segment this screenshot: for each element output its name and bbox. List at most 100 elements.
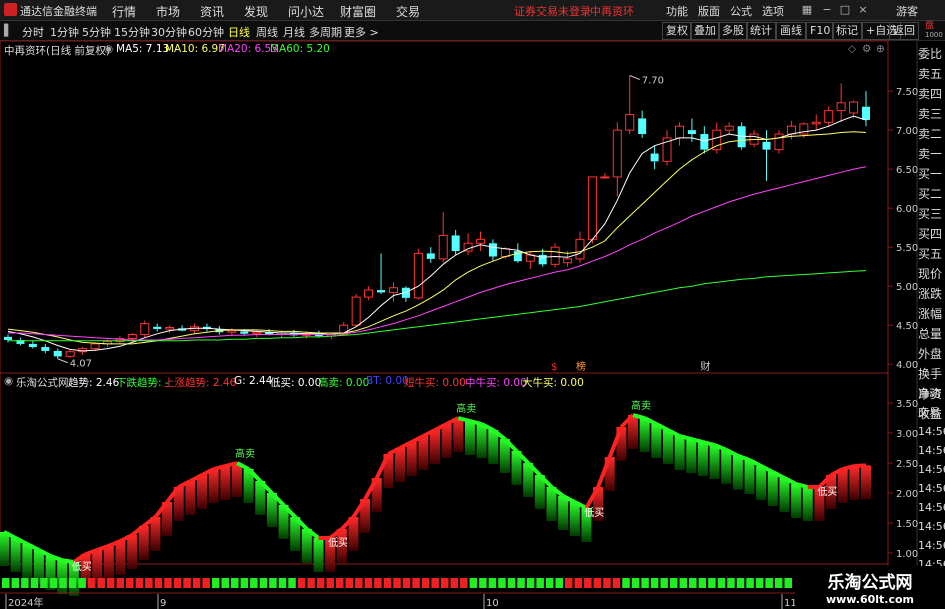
side-label: 涨幅 bbox=[918, 307, 943, 321]
indicator-settings-icon[interactable]: ◉ bbox=[4, 375, 13, 387]
candle-body bbox=[575, 238, 585, 260]
state-bar-cell bbox=[650, 578, 659, 588]
state-bar-cell bbox=[87, 578, 96, 588]
candle-body bbox=[438, 234, 448, 260]
state-bar-cell bbox=[641, 578, 649, 588]
state-bar-cell bbox=[708, 578, 716, 588]
state-bar-cell bbox=[564, 578, 573, 588]
state-bar-cell bbox=[154, 578, 163, 588]
candle-body bbox=[227, 330, 237, 333]
candle-body bbox=[65, 351, 75, 357]
side-label[interactable]: 交易 bbox=[918, 403, 945, 422]
trend-bar bbox=[662, 430, 673, 464]
ma60-value: MA60: 5.20 bbox=[270, 43, 330, 55]
state-bar-cell bbox=[135, 578, 144, 588]
diamond-icon[interactable]: ◇ bbox=[848, 43, 856, 55]
state-bar-cell bbox=[250, 578, 258, 588]
side-label: 买三 bbox=[918, 207, 943, 221]
trend-bar bbox=[802, 487, 813, 521]
state-bar-cell bbox=[211, 578, 220, 588]
trend-bar bbox=[674, 436, 685, 470]
state-bar-cell bbox=[145, 578, 153, 588]
ind-y-tick-label: 1.00 bbox=[896, 549, 918, 560]
ma-settings-icon[interactable]: ◉ bbox=[104, 43, 113, 55]
trend-bar bbox=[837, 469, 848, 503]
trend-bar bbox=[115, 541, 126, 575]
price-y-tick-label: 7.50 bbox=[896, 87, 918, 98]
high-price-label: 7.70 bbox=[642, 76, 664, 87]
trend-bar bbox=[185, 481, 196, 515]
state-bar-cell bbox=[335, 578, 344, 588]
state-bar-cell bbox=[679, 578, 688, 588]
trend-bar bbox=[57, 560, 68, 595]
candle-body bbox=[674, 125, 684, 139]
side-label: 换手 bbox=[918, 367, 943, 381]
state-bar-cell bbox=[288, 578, 296, 588]
side-time: 14:56 bbox=[918, 463, 945, 476]
ma20-value: MA20: 6.53 bbox=[218, 43, 278, 55]
trend-bar bbox=[103, 545, 114, 580]
bt-value: BT: 0.00 bbox=[366, 375, 409, 387]
low-price-label: 4.07 bbox=[70, 359, 92, 370]
state-bar-cell bbox=[736, 578, 745, 588]
state-bar-cell bbox=[545, 578, 554, 588]
state-bar-cell bbox=[393, 578, 401, 588]
trend-bar bbox=[791, 484, 802, 518]
state-bar-cell bbox=[364, 578, 373, 588]
candle-body bbox=[351, 296, 361, 326]
mid-bull-value: 中牛买: 0.00 bbox=[465, 377, 527, 389]
side-label: 买四 bbox=[918, 227, 943, 241]
state-bar-cell bbox=[97, 578, 105, 588]
state-bar-cell bbox=[460, 578, 468, 588]
candle-body bbox=[687, 130, 696, 135]
settings-gear-icon[interactable]: ⚙ bbox=[862, 43, 871, 55]
state-bar-cell bbox=[355, 578, 363, 588]
trend-bar bbox=[22, 544, 33, 578]
ma-line-ma5 bbox=[7, 115, 867, 352]
expand-icon[interactable]: ⊕ bbox=[876, 43, 885, 55]
trend-bar bbox=[721, 449, 732, 484]
trend-bar bbox=[441, 424, 452, 458]
low-pointer bbox=[57, 358, 68, 364]
ind-y-tick-label: 3.00 bbox=[896, 429, 918, 440]
candle-body bbox=[377, 290, 386, 293]
side-label[interactable]: 自动 bbox=[918, 384, 945, 403]
highsell-value: 高卖: 0.00 bbox=[318, 377, 370, 389]
state-bar-cell bbox=[498, 578, 506, 588]
candle-body bbox=[550, 246, 560, 265]
state-bar-cell bbox=[78, 578, 86, 588]
candle-body bbox=[413, 252, 423, 299]
candle-body bbox=[451, 235, 460, 252]
watermark-title: 乐淘公式网 bbox=[827, 573, 913, 593]
trend-bar bbox=[395, 448, 406, 482]
state-bar-cell bbox=[297, 578, 306, 588]
state-bar-cell bbox=[68, 578, 77, 588]
state-bar-cell bbox=[116, 578, 125, 588]
candle-body bbox=[563, 258, 573, 264]
state-bar-cell bbox=[774, 578, 783, 588]
trend-bar bbox=[651, 424, 662, 458]
state-bar-cell bbox=[555, 578, 563, 588]
state-bar-cell bbox=[106, 578, 115, 588]
side-label: 卖二 bbox=[918, 127, 943, 141]
downtrend-value: 下跌趋势: - bbox=[116, 377, 169, 389]
trend-bar bbox=[639, 418, 650, 452]
state-bar-cell bbox=[660, 578, 668, 588]
state-bar-cell bbox=[40, 578, 48, 588]
watermark: 乐淘公式网 www.60lt.com bbox=[795, 566, 945, 609]
side-label: 买五 bbox=[918, 247, 943, 261]
side-label: 买二 bbox=[918, 187, 943, 201]
state-bar-cell bbox=[746, 578, 754, 588]
big-bull-value: 大牛买: 0.00 bbox=[522, 377, 584, 389]
ind-y-tick-label: 3.50 bbox=[896, 399, 918, 410]
trend-bar bbox=[849, 466, 860, 500]
state-bar-cell bbox=[164, 578, 172, 588]
high-sell-label: 高卖 bbox=[456, 402, 476, 415]
trend-bar bbox=[453, 418, 464, 452]
candle-body bbox=[240, 331, 249, 334]
trend-bar bbox=[779, 478, 790, 512]
state-bar-cell bbox=[345, 578, 354, 588]
state-bar-cell bbox=[374, 578, 382, 588]
candle-body bbox=[364, 289, 374, 298]
state-bar-cell bbox=[488, 578, 497, 588]
